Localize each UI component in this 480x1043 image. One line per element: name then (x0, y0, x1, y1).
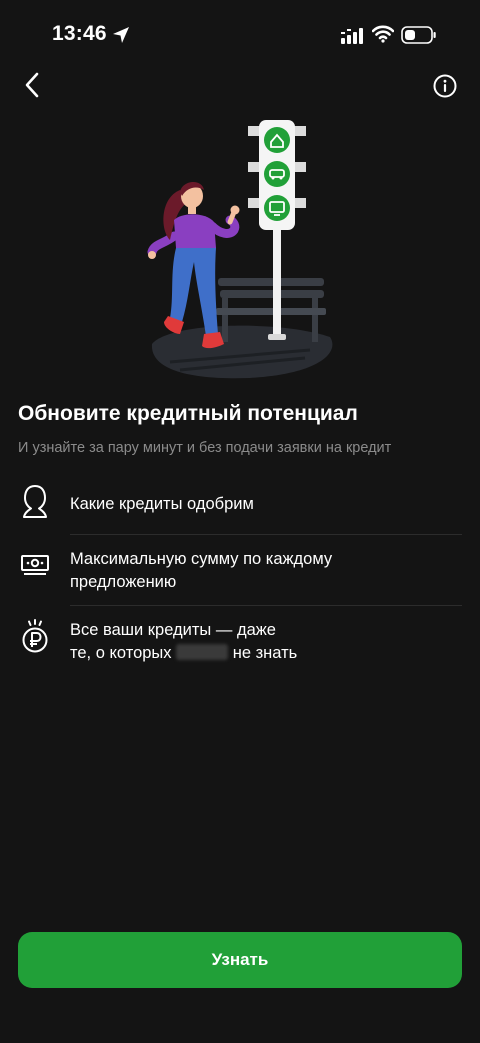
banknote-icon (21, 555, 49, 575)
feature-text-line: те, о которых не знать (70, 642, 297, 665)
back-button[interactable] (14, 66, 50, 104)
cellular-signal-icon (341, 28, 363, 44)
chevron-left-icon (25, 72, 39, 98)
feature-text: Какие кредиты одобрим (70, 495, 254, 513)
feature-all-credits: Все ваши кредиты — даже те, о которых не… (0, 606, 480, 686)
ruble-coin-icon (22, 619, 48, 653)
feature-text-line: Все ваши кредиты — даже (70, 621, 276, 639)
feature-text-fragment: не знать (232, 644, 298, 662)
status-bar: 13:46 (0, 0, 480, 70)
feature-max-amount: Максимальную сумму по каждому предложени… (0, 535, 480, 606)
battery-icon (401, 26, 436, 44)
feature-text: Все ваши кредиты — даже те, о которых не… (70, 619, 297, 665)
redacted-word (176, 644, 229, 660)
info-circle-icon (433, 74, 457, 98)
person-outline-icon (23, 485, 47, 518)
learn-button[interactable]: Узнать (18, 932, 462, 988)
status-time: 13:46 (52, 22, 107, 45)
page-subtitle: И узнайте за пару минут и без подачи зая… (18, 440, 392, 456)
info-button[interactable] (429, 70, 461, 102)
traffic-light-illustration (147, 120, 333, 379)
feature-text: Максимальную сумму по каждому предложени… (70, 548, 332, 594)
location-arrow-icon (113, 27, 129, 43)
feature-approved-credits: Какие кредиты одобрим (0, 475, 480, 535)
feature-text-line: Максимальную сумму по каждому (70, 550, 333, 568)
page-title: Обновите кредитный потенциал (18, 402, 358, 425)
feature-text-line: предложению (70, 573, 177, 591)
feature-text-fragment: те, о которых (70, 644, 172, 662)
wifi-icon (372, 25, 394, 43)
features-list: Какие кредиты одобрим Максимальную сумму… (0, 475, 480, 686)
